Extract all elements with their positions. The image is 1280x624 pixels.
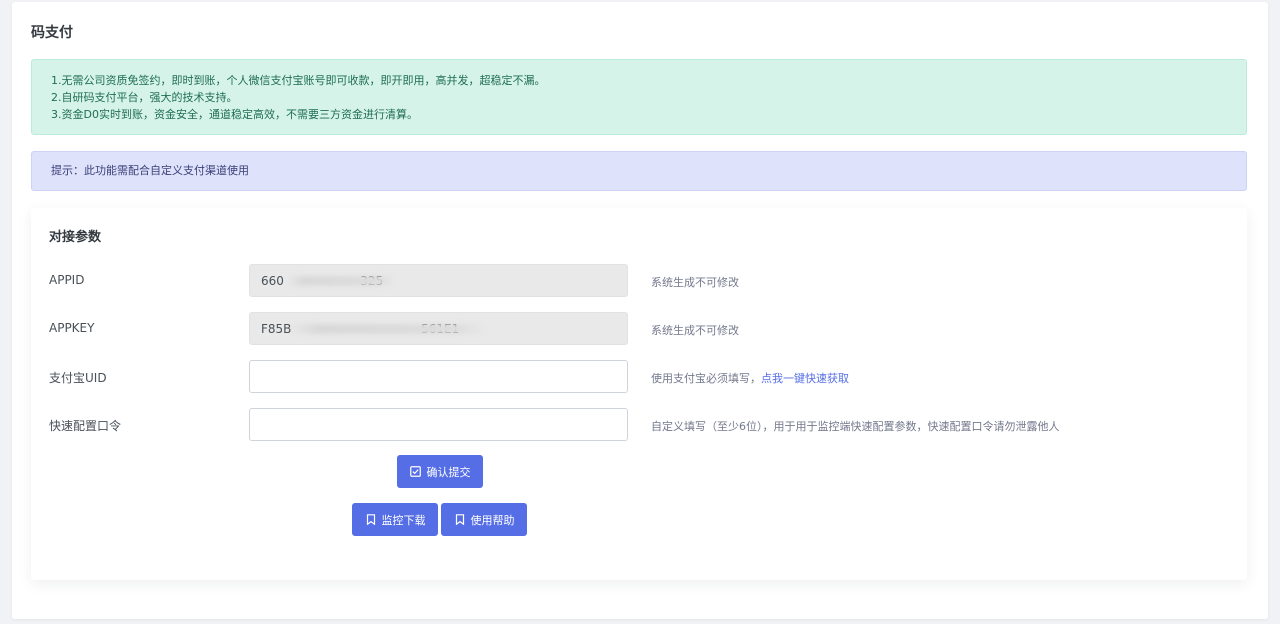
submit-button-label: 确认提交 [426,465,471,479]
quick-token-field[interactable] [249,408,628,441]
submit-button[interactable]: 确认提交 [397,455,483,488]
checkbox-icon [410,466,422,478]
alipay-uid-help-text: 使用支付宝必须填写， [651,372,761,385]
help-button-label: 使用帮助 [470,513,515,527]
notice-line: 3.资金D0实时到账，资金安全，通道稳定高效，不需要三方资金进行清算。 [51,108,418,121]
notice-line: 2.自研码支付平台，强大的技术支持。 [51,91,238,104]
alipay-uid-label: 支付宝UID [49,371,107,385]
download-button-label: 监控下载 [381,513,426,527]
notice-line: 1.无需公司资质免签约，即时到账，个人微信支付宝账号即可收款，即开即用，高并发，… [51,74,546,87]
section-title: 对接参数 [49,230,102,245]
get-uid-link[interactable]: 点我一键快速获取 [761,372,849,385]
appid-help: 系统生成不可修改 [651,276,739,289]
alipay-uid-help: 使用支付宝必须填写，点我一键快速获取 [651,370,849,386]
quick-token-help: 自定义填写（至少6位），用于用于监控端快速配置参数，快速配置口令请勿泄露他人 [651,420,1060,433]
page-title: 码支付 [31,25,73,41]
appkey-help: 系统生成不可修改 [651,324,739,337]
monitor-download-button[interactable]: 监控下载 [352,503,438,536]
bookmark-icon [365,514,377,526]
appkey-label: APPKEY [49,321,95,335]
quick-token-label: 快速配置口令 [49,419,122,433]
tip-notice: 提示：此功能需配合自定义支付渠道使用 [31,151,1247,191]
params-card: 对接参数 APPID 系统生成不可修改 APPKEY 系统生成不可修改 支付宝U… [31,208,1247,580]
masked-region [289,324,485,334]
bookmark-icon [454,514,466,526]
usage-help-button[interactable]: 使用帮助 [441,503,527,536]
masked-region [287,276,395,286]
feature-notice: 1.无需公司资质免签约，即时到账，个人微信支付宝账号即可收款，即开即用，高并发，… [31,59,1247,135]
page-card: 码支付 1.无需公司资质免签约，即时到账，个人微信支付宝账号即可收款，即开即用，… [12,2,1268,619]
appid-label: APPID [49,273,85,287]
alipay-uid-field[interactable] [249,360,628,393]
